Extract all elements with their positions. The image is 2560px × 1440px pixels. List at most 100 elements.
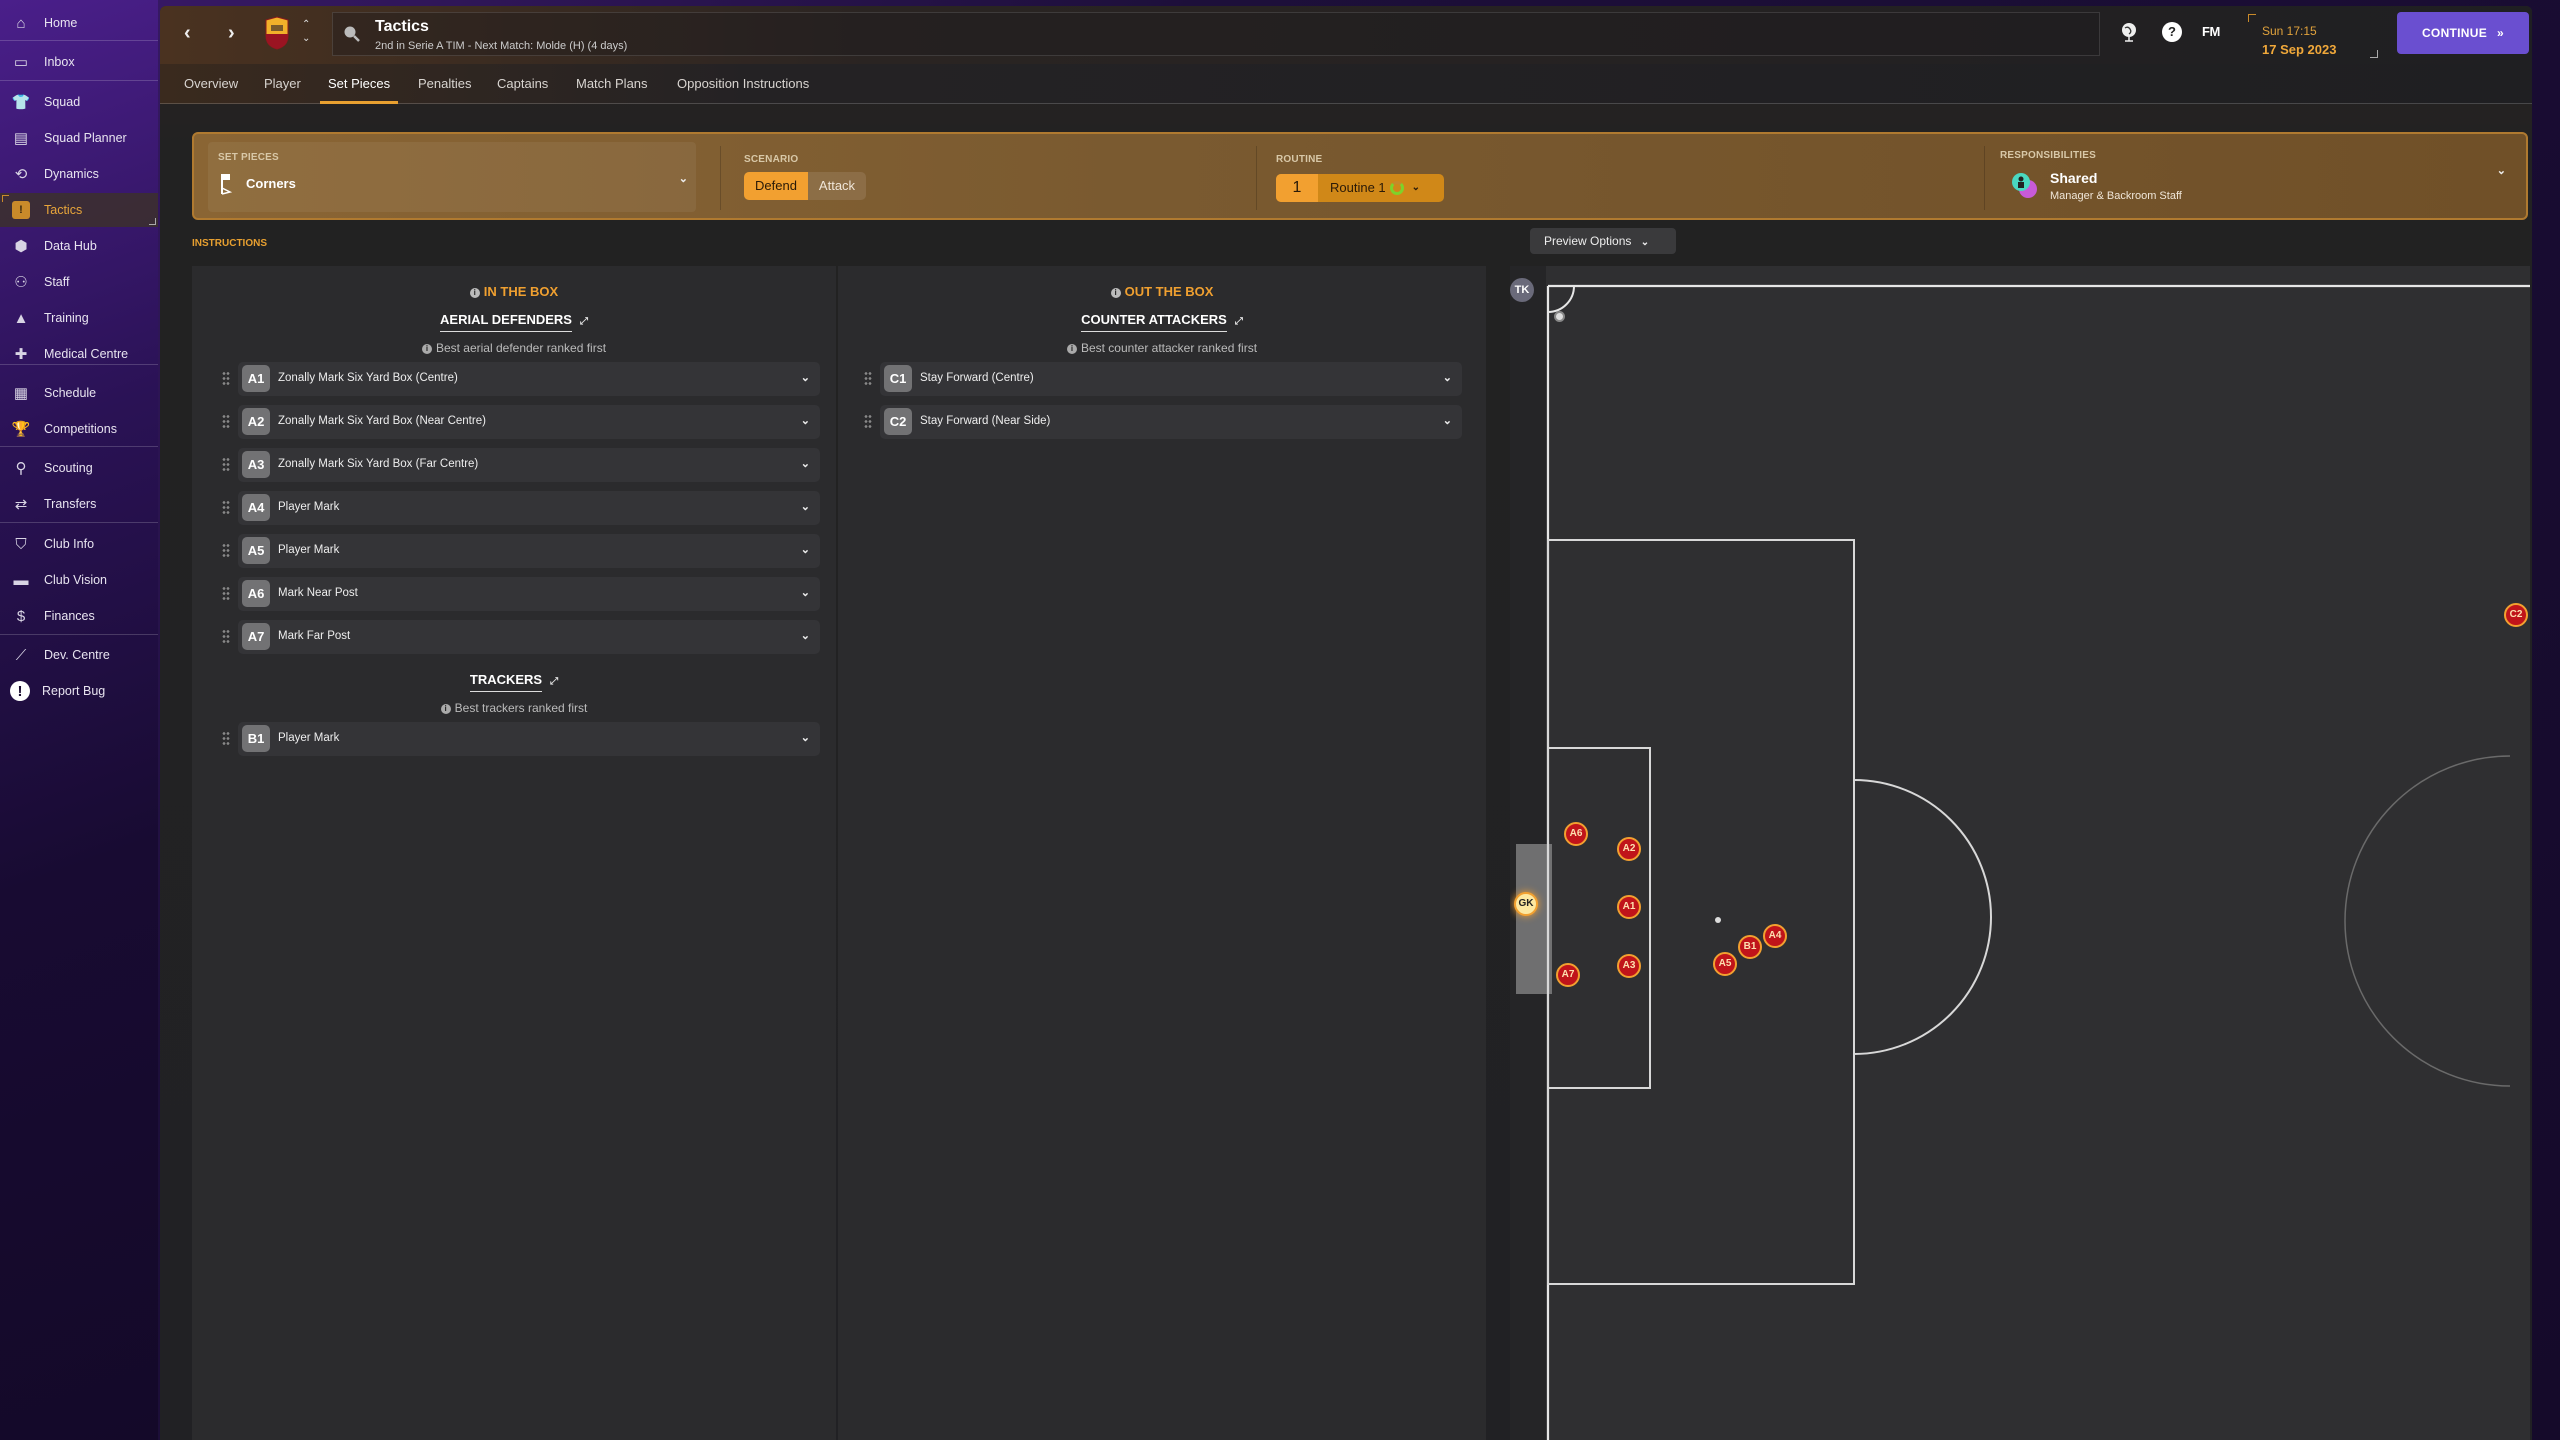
- drag-handle-icon[interactable]: [222, 586, 230, 602]
- sidebar-item-data-hub[interactable]: ⬢ Data Hub: [0, 229, 158, 263]
- drag-handle-icon[interactable]: [222, 500, 230, 516]
- club-switch-icon[interactable]: ⌃ ⌄: [302, 18, 310, 46]
- set-piece-dropdown[interactable]: SET PIECES Corners ⌄: [208, 142, 696, 212]
- tab-captains[interactable]: Captains: [497, 76, 548, 104]
- instruction-dropdown[interactable]: A2 Zonally Mark Six Yard Box (Near Centre…: [238, 405, 820, 439]
- tab-penalties[interactable]: Penalties: [418, 76, 471, 104]
- sidebar-item-label: Finances: [44, 609, 95, 623]
- sidebar-item-label: Squad: [44, 95, 81, 109]
- responsibilities-label: RESPONSIBILITIES: [2000, 150, 2096, 161]
- sidebar-item-squad-planner[interactable]: ▤ Squad Planner: [0, 121, 158, 155]
- sidebar-item-scouting[interactable]: ⚲ Scouting: [0, 451, 158, 485]
- instruction-dropdown[interactable]: C2 Stay Forward (Near Side) ⌄: [880, 405, 1462, 439]
- expand-icon[interactable]: ⤢: [1235, 316, 1243, 327]
- sidebar-item-inbox[interactable]: ▭ Inbox: [0, 45, 158, 79]
- player-marker-a5[interactable]: A5: [1713, 952, 1737, 976]
- sidebar-item-finances[interactable]: $ Finances: [0, 599, 158, 633]
- sidebar-item-club-vision[interactable]: ▬ Club Vision: [0, 563, 158, 597]
- chevron-down-icon: ⌄: [800, 501, 810, 513]
- tab-player[interactable]: Player: [264, 76, 301, 104]
- expand-icon[interactable]: ⤢: [550, 676, 558, 687]
- tab-match-plans[interactable]: Match Plans: [576, 76, 648, 104]
- instruction-dropdown[interactable]: A5 Player Mark ⌄: [238, 534, 820, 568]
- drag-handle-icon[interactable]: [864, 414, 872, 430]
- drag-handle-icon[interactable]: [222, 414, 230, 430]
- sidebar-item-label: Club Vision: [44, 573, 108, 587]
- drag-handle-icon[interactable]: [222, 731, 230, 747]
- routine-dropdown[interactable]: 1 Routine 1 ⌄: [1276, 174, 1444, 202]
- continue-button[interactable]: CONTINUE »: [2397, 12, 2529, 54]
- dynamics-icon: ⟲: [14, 166, 28, 183]
- player-marker-b1[interactable]: B1: [1738, 935, 1762, 959]
- loading-ring-icon: [1389, 181, 1404, 195]
- player-marker-a2[interactable]: A2: [1617, 837, 1641, 861]
- drag-handle-icon[interactable]: [222, 371, 230, 387]
- sidebar-item-label: Competitions: [44, 422, 117, 436]
- shield-icon: ⛉: [15, 535, 27, 553]
- sidebar-item-squad[interactable]: 👕 Squad: [0, 85, 158, 119]
- instruction-row: C2 Stay Forward (Near Side) ⌄: [860, 404, 1462, 440]
- sidebar-item-staff[interactable]: ⚇ Staff: [0, 265, 158, 299]
- instruction-dropdown[interactable]: A7 Mark Far Post ⌄: [238, 620, 820, 654]
- instruction-dropdown[interactable]: A3 Zonally Mark Six Yard Box (Far Centre)…: [238, 448, 820, 482]
- sidebar-item-home[interactable]: ⌂ Home: [0, 6, 158, 40]
- sidebar-item-report-bug[interactable]: ! Report Bug: [0, 674, 158, 708]
- preview-options-button[interactable]: Preview Options ⌄: [1530, 228, 1676, 254]
- date-display[interactable]: Sun 17:15 17 Sep 2023: [2248, 14, 2378, 58]
- instruction-dropdown[interactable]: A6 Mark Near Post ⌄: [238, 577, 820, 611]
- sidebar-item-club-info[interactable]: ⛉ Club Info: [0, 527, 158, 561]
- globe-icon[interactable]: [2120, 22, 2138, 42]
- chevron-down-icon: ⌄: [800, 732, 810, 744]
- corner-taker-marker[interactable]: TK: [1510, 278, 1534, 302]
- sidebar-item-medical-centre[interactable]: ✚ Medical Centre: [0, 337, 158, 371]
- forward-arrow-icon[interactable]: ›: [228, 22, 235, 45]
- tab-set-pieces[interactable]: Set Pieces: [319, 76, 399, 104]
- drag-handle-icon[interactable]: [222, 629, 230, 645]
- scenario-attack-button[interactable]: Attack: [808, 172, 866, 200]
- trophy-icon: 🏆: [11, 421, 31, 438]
- group-title: AERIAL DEFENDERS: [440, 312, 572, 332]
- tab-overview[interactable]: Overview: [184, 76, 238, 104]
- player-marker-a7[interactable]: A7: [1556, 963, 1580, 987]
- chevron-down-icon: ⌄: [800, 372, 810, 384]
- expand-icon[interactable]: ⤢: [580, 316, 588, 327]
- player-marker-c2[interactable]: C2: [2504, 603, 2528, 627]
- out-box-heading[interactable]: i OUT THE BOX: [838, 284, 1486, 299]
- divider: [1256, 146, 1257, 210]
- in-box-heading[interactable]: i IN THE BOX: [192, 284, 836, 299]
- drag-handle-icon[interactable]: [222, 457, 230, 473]
- drag-handle-icon[interactable]: [222, 543, 230, 559]
- sidebar-item-competitions[interactable]: 🏆 Competitions: [0, 412, 158, 446]
- player-marker-a3[interactable]: A3: [1617, 954, 1641, 978]
- note-text: Best trackers ranked first: [454, 701, 588, 715]
- instruction-dropdown[interactable]: C1 Stay Forward (Centre) ⌄: [880, 362, 1462, 396]
- club-badge-icon[interactable]: [264, 16, 290, 50]
- player-marker-a4[interactable]: A4: [1763, 924, 1787, 948]
- current-time: Sun 17:15: [2262, 24, 2317, 38]
- medical-icon: ✚: [14, 346, 28, 363]
- sidebar-item-tactics[interactable]: ! Tactics: [0, 193, 158, 227]
- search-bar[interactable]: Tactics 2nd in Serie A TIM - Next Match:…: [332, 12, 2100, 56]
- player-marker-a6[interactable]: A6: [1564, 822, 1588, 846]
- scenario-label: SCENARIO: [744, 154, 799, 165]
- sidebar-item-dynamics[interactable]: ⟲ Dynamics: [0, 157, 158, 191]
- instruction-dropdown[interactable]: A1 Zonally Mark Six Yard Box (Centre) ⌄: [238, 362, 820, 396]
- player-marker-gk[interactable]: GK: [1514, 892, 1538, 916]
- help-icon[interactable]: ?: [2162, 22, 2182, 42]
- instruction-dropdown[interactable]: B1 Player Mark ⌄: [238, 722, 820, 756]
- set-pieces-bar: SET PIECES Corners ⌄ SCENARIO Defend Att…: [192, 132, 2528, 220]
- back-arrow-icon[interactable]: ‹: [184, 22, 191, 45]
- sidebar-item-training[interactable]: ▲ Training: [0, 301, 158, 335]
- sidebar-item-schedule[interactable]: ▦ Schedule: [0, 376, 158, 410]
- player-marker-a1[interactable]: A1: [1617, 895, 1641, 919]
- group-title: TRACKERS: [469, 672, 543, 692]
- sidebar-item-transfers[interactable]: ⇄ Transfers: [0, 487, 158, 521]
- drag-handle-icon[interactable]: [864, 371, 872, 387]
- responsibilities-chevron-icon[interactable]: ⌄: [2497, 164, 2506, 177]
- tab-opposition-instructions[interactable]: Opposition Instructions: [677, 76, 809, 104]
- sidebar-item-label: Squad Planner: [44, 131, 127, 145]
- fm-logo[interactable]: FM: [2202, 24, 2220, 39]
- sidebar-item-dev-centre[interactable]: ⟋ Dev. Centre: [0, 638, 158, 672]
- instruction-dropdown[interactable]: A4 Player Mark ⌄: [238, 491, 820, 525]
- scenario-defend-button[interactable]: Defend: [744, 172, 808, 200]
